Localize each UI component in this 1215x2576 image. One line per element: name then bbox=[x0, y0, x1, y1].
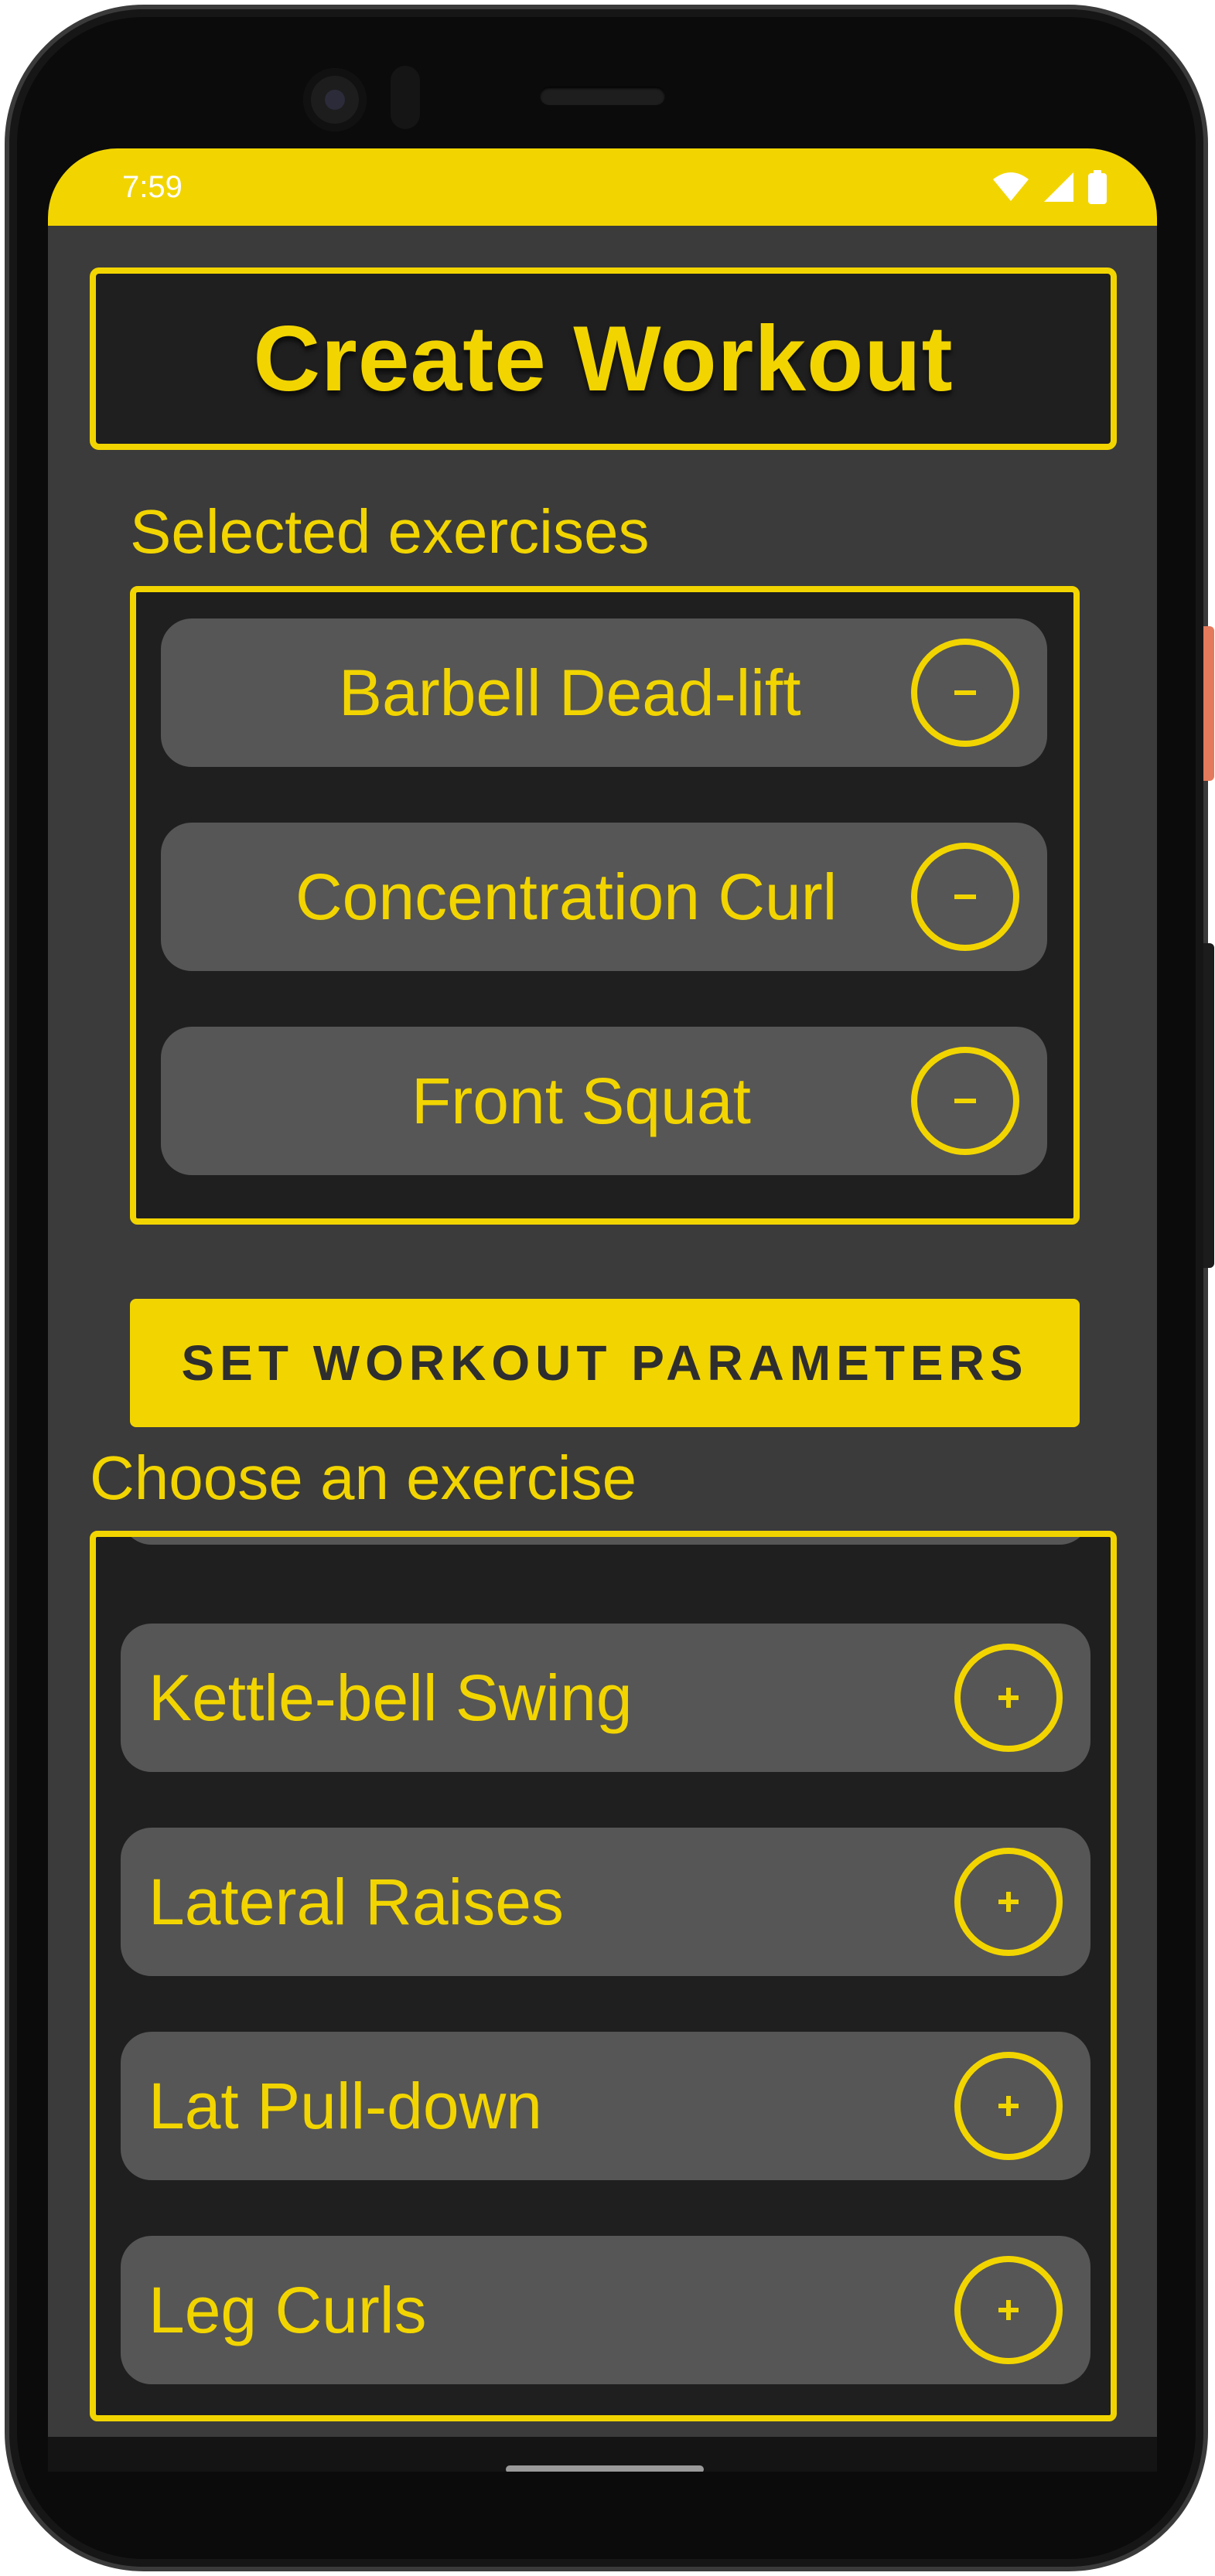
list-item: Lat Pull-down bbox=[121, 2032, 1090, 2180]
exercise-label: Lat Pull-down bbox=[148, 2070, 542, 2142]
minus-icon bbox=[954, 690, 976, 695]
minus-icon bbox=[954, 894, 976, 899]
plus-icon bbox=[998, 1892, 1019, 1912]
exercise-label: Front Squat bbox=[411, 1065, 751, 1137]
volume-button bbox=[1203, 943, 1214, 1268]
status-icons bbox=[991, 170, 1107, 204]
set-workout-parameters-button[interactable]: SET WORKOUT PARAMETERS bbox=[130, 1299, 1080, 1427]
exercise-label: Lateral Raises bbox=[148, 1866, 564, 1938]
status-time: 7:59 bbox=[122, 169, 183, 204]
app-screen: 7:59 Create Workout Selected exercises B… bbox=[48, 148, 1157, 2472]
wifi-icon bbox=[991, 172, 1030, 203]
selected-exercises-list[interactable]: Barbell Dead-lift Concentration Curl Fro… bbox=[130, 586, 1080, 1225]
power-button bbox=[1203, 626, 1214, 781]
exercise-label: Concentration Curl bbox=[295, 860, 838, 933]
list-item: Concentration Curl bbox=[161, 823, 1047, 971]
list-item: Leg Curls bbox=[121, 2236, 1090, 2384]
plus-icon bbox=[998, 2096, 1019, 2116]
add-exercise-button[interactable] bbox=[954, 1848, 1063, 1956]
home-gesture-handle[interactable] bbox=[506, 2465, 704, 2472]
exercise-label: Barbell Dead-lift bbox=[339, 656, 801, 729]
exercise-label: Kettle-bell Swing bbox=[148, 1661, 633, 1734]
remove-exercise-button[interactable] bbox=[911, 843, 1019, 951]
list-item: Kettle-bell Swing bbox=[121, 1624, 1090, 1772]
page-title-box: Create Workout bbox=[90, 267, 1117, 450]
minus-icon bbox=[954, 1099, 976, 1103]
battery-icon bbox=[1087, 170, 1107, 204]
front-camera bbox=[303, 68, 367, 131]
plus-icon bbox=[998, 2300, 1019, 2320]
exercise-label: Leg Curls bbox=[148, 2274, 427, 2346]
cellular-signal-icon bbox=[1043, 171, 1075, 203]
page-title: Create Workout bbox=[253, 307, 954, 411]
list-item: Lateral Raises bbox=[121, 1828, 1090, 1976]
remove-exercise-button[interactable] bbox=[911, 1047, 1019, 1155]
add-exercise-button[interactable] bbox=[954, 1644, 1063, 1752]
earpiece-speaker bbox=[540, 87, 665, 105]
list-item bbox=[121, 1537, 1090, 1545]
add-exercise-button[interactable] bbox=[954, 2256, 1063, 2364]
add-exercise-button[interactable] bbox=[954, 2052, 1063, 2160]
plus-icon bbox=[998, 1688, 1019, 1708]
selected-exercises-label: Selected exercises bbox=[130, 497, 650, 566]
remove-exercise-button[interactable] bbox=[911, 639, 1019, 747]
list-item: Front Squat bbox=[161, 1027, 1047, 1175]
choose-exercise-label: Choose an exercise bbox=[90, 1443, 637, 1512]
list-item: Barbell Dead-lift bbox=[161, 618, 1047, 767]
proximity-sensor bbox=[391, 66, 420, 129]
exercise-catalog-list[interactable]: Kettle-bell Swing Lateral Raises Lat Pul… bbox=[90, 1531, 1117, 2421]
status-bar: 7:59 bbox=[48, 148, 1157, 226]
